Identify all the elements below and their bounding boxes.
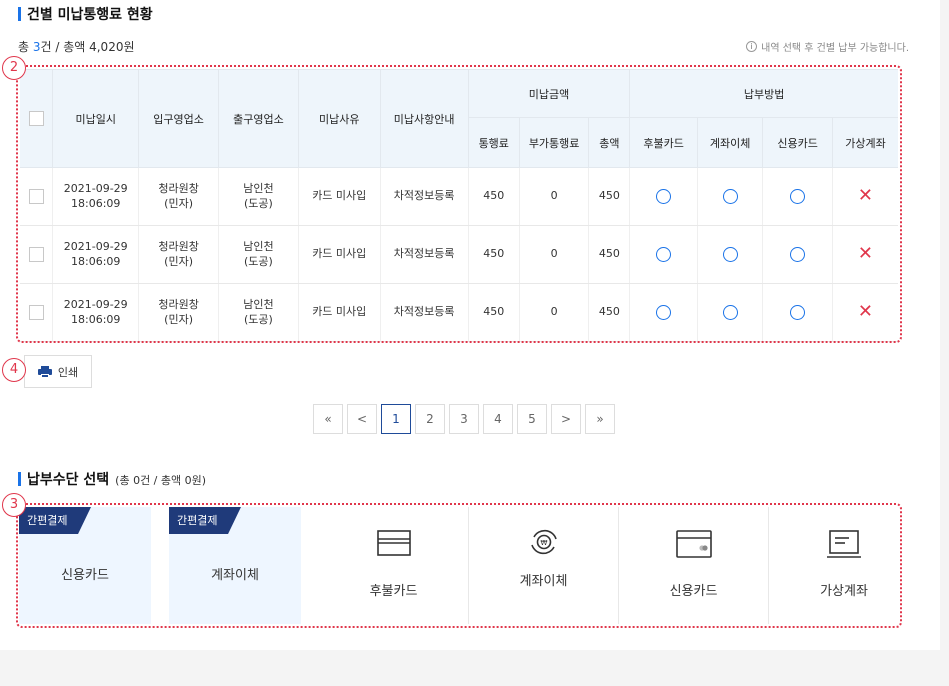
highlight-box-payment [16,503,902,628]
notice-text: 내역 선택 후 건별 납부 가능합니다. [761,43,909,54]
page-3-button[interactable]: 3 [449,404,479,434]
next-page-button[interactable]: > [551,404,581,434]
marker-3: 3 [2,493,26,517]
section-subtitle: (총 0건 / 총액 0원) [115,474,207,487]
section-title-text: 납부수단 선택 [27,472,110,488]
summary-suffix: 건 / 총액 4,020원 [40,40,135,54]
marker-4: 4 [2,358,26,382]
info-icon: i [746,41,758,52]
summary: 총 3건 / 총액 4,020원 [18,38,135,55]
notice: i 내역 선택 후 건별 납부 가능합니다. [746,39,909,54]
page-1-button[interactable]: 1 [381,404,411,434]
title-bar [18,7,21,21]
page-4-button[interactable]: 4 [483,404,513,434]
print-label: 인쇄 [57,365,79,379]
printer-icon [37,365,52,378]
first-page-button[interactable]: « [313,404,343,434]
summary-count: 3 [32,40,41,54]
page-2-button[interactable]: 2 [415,404,445,434]
prev-page-button[interactable]: < [347,404,377,434]
section-title-payment: 납부수단 선택 (총 0건 / 총액 0원) [18,469,206,489]
highlight-box-table [16,65,902,343]
pagination: « < 1 2 3 4 5 > » [313,404,615,434]
section-title-text: 건별 미납통행료 현황 [27,7,153,23]
print-button[interactable]: 인쇄 [24,355,92,388]
last-page-button[interactable]: » [585,404,615,434]
title-bar [18,472,21,486]
marker-2: 2 [2,56,26,80]
section-title-unpaid: 건별 미납통행료 현황 [18,4,153,24]
summary-prefix: 총 [18,40,33,54]
page-5-button[interactable]: 5 [517,404,547,434]
